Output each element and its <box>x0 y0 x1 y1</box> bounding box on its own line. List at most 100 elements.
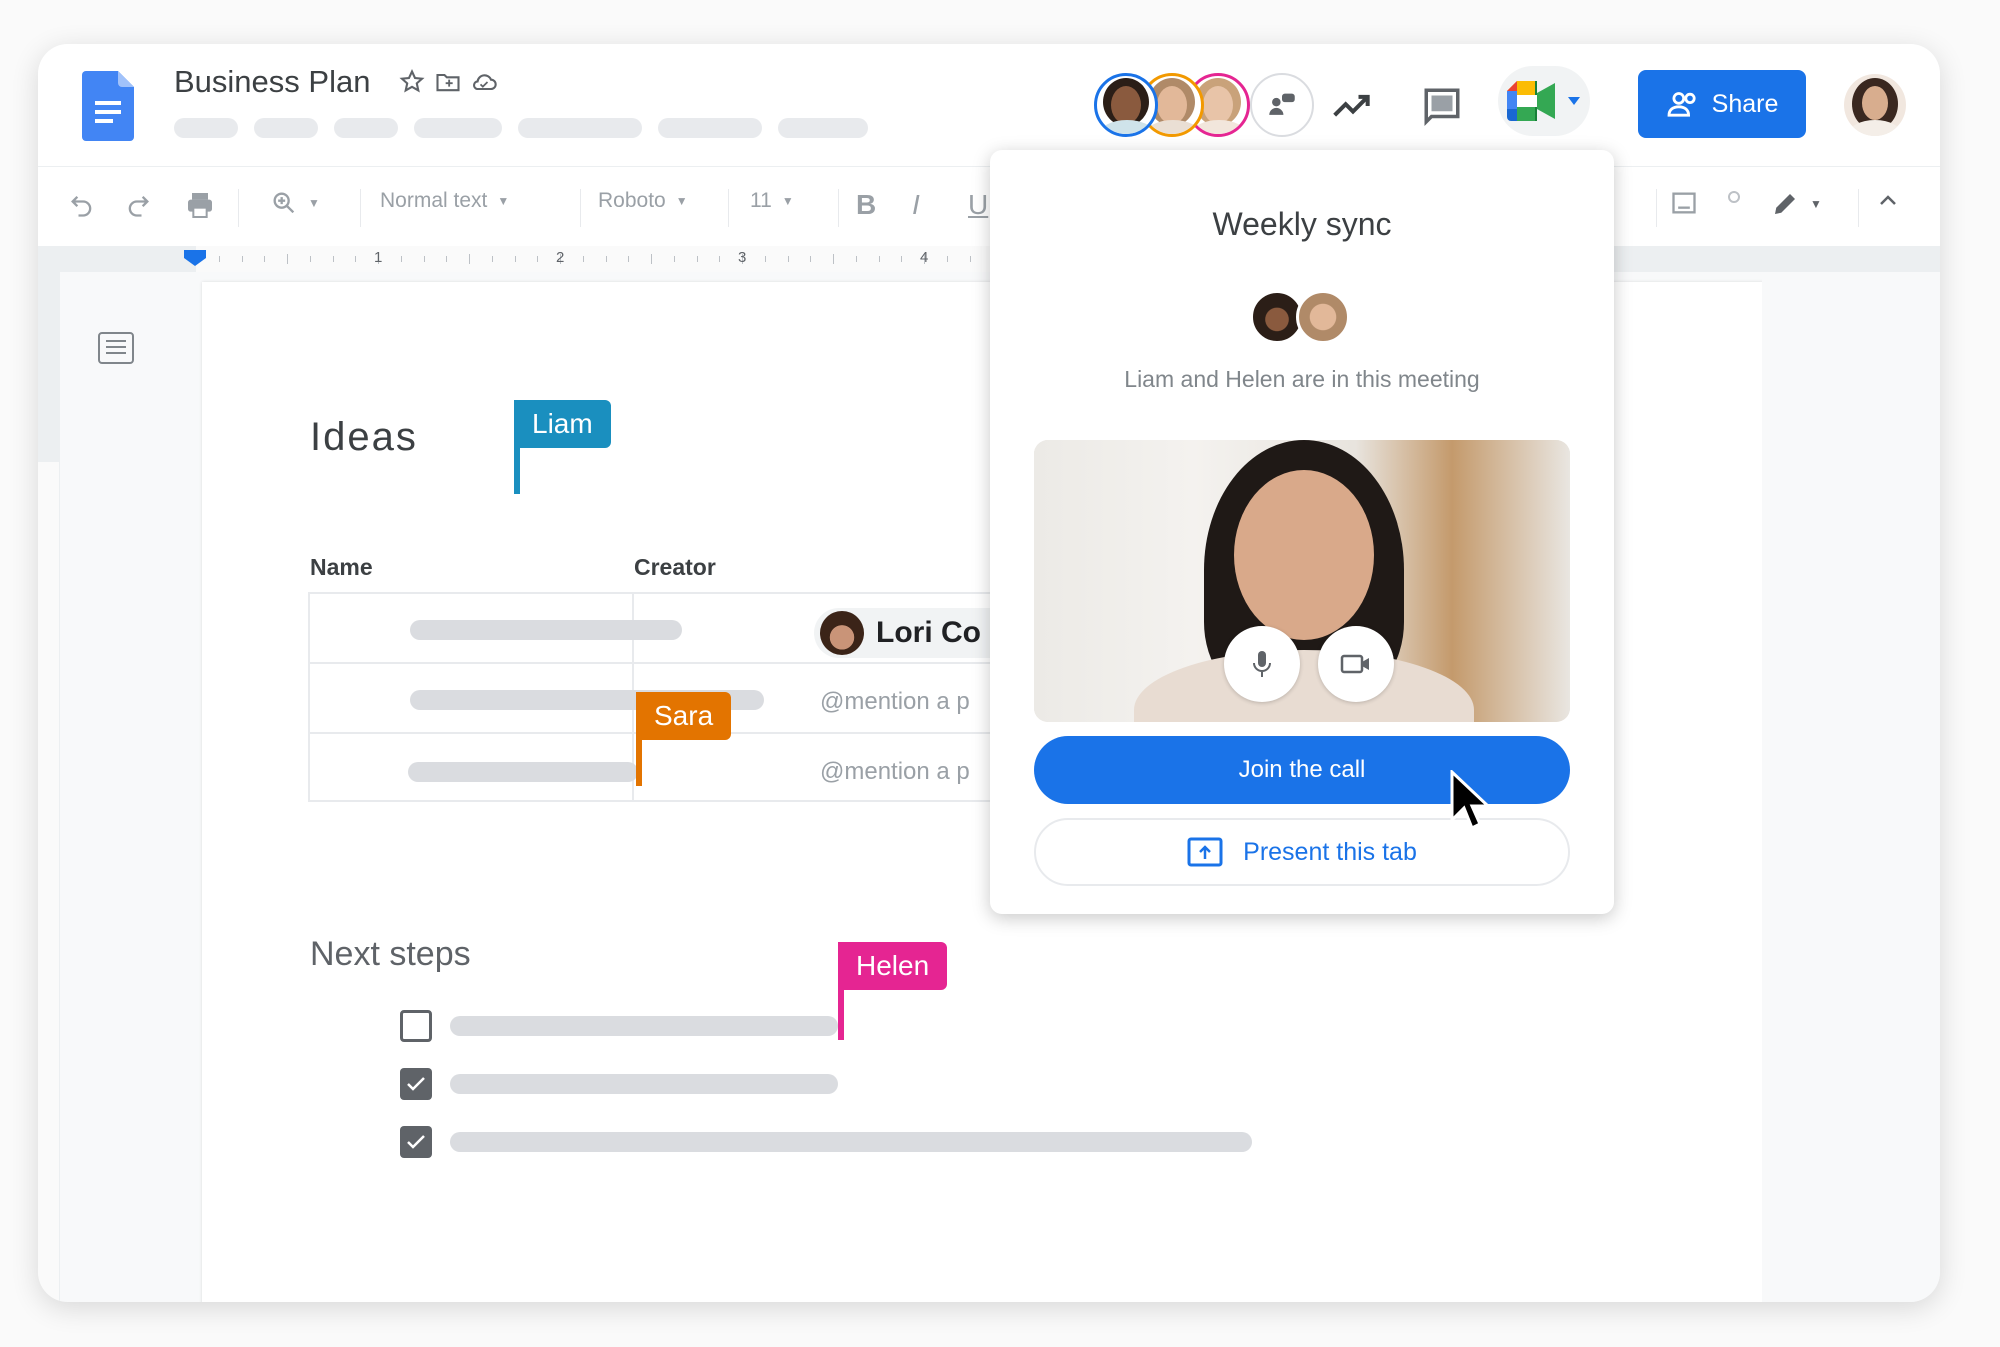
ruler-tick <box>969 256 971 262</box>
ruler-tick <box>719 256 721 262</box>
insert-image-button[interactable] <box>1670 189 1698 217</box>
mention-placeholder[interactable]: @mention a p <box>820 688 970 716</box>
move-to-folder-icon[interactable] <box>434 68 462 96</box>
checkmark-icon <box>407 1077 425 1091</box>
undo-icon <box>71 196 92 217</box>
ruler-tick <box>628 256 630 262</box>
ruler-tick <box>946 256 948 262</box>
menu-item-placeholder[interactable] <box>518 118 642 138</box>
ruler-tick <box>582 256 584 262</box>
ruler-tick <box>241 256 243 262</box>
italic-button[interactable]: I <box>912 189 920 221</box>
pencil-icon <box>1775 194 1795 214</box>
ruler-tick <box>332 256 334 262</box>
account-avatar[interactable] <box>1844 74 1906 136</box>
cloud-saved-icon[interactable] <box>470 68 498 96</box>
present-tab-label: Present this tab <box>1243 837 1417 866</box>
comments-button[interactable] <box>1418 82 1466 130</box>
checklist-item-placeholder <box>450 1132 1252 1152</box>
zoom-icon <box>273 192 295 214</box>
outline-list-icon <box>98 332 134 364</box>
ruler-tick <box>287 254 288 264</box>
person-chip-avatar <box>820 611 864 655</box>
ruler-tick <box>878 256 880 262</box>
mouse-pointer-icon <box>1450 770 1492 831</box>
undo-button[interactable] <box>68 189 96 221</box>
checkmark-icon <box>407 1135 425 1149</box>
menu-item-placeholder[interactable] <box>414 118 502 138</box>
share-button[interactable]: Share <box>1638 70 1806 138</box>
formatting-toolbar: ▼ Normal text ▼ Roboto ▼ 11 ▼ B I U ▼ <box>38 166 1940 246</box>
menu-item-placeholder[interactable] <box>174 118 238 138</box>
activity-dashboard-button[interactable] <box>1328 84 1378 128</box>
star-icon[interactable] <box>398 68 426 96</box>
comments-icon <box>1424 88 1460 126</box>
ruler-number: 1 <box>374 249 383 266</box>
document-title[interactable]: Business Plan <box>174 64 370 100</box>
style-select[interactable]: Normal text ▼ <box>380 189 509 213</box>
ruler-number: 4 <box>920 249 929 266</box>
mention-placeholder[interactable]: @mention a p <box>820 758 970 786</box>
meeting-title: Weekly sync <box>1212 206 1392 242</box>
checklist-item-placeholder <box>450 1016 838 1036</box>
font-select[interactable]: Roboto ▼ <box>598 189 688 213</box>
bold-button[interactable]: B <box>856 189 876 221</box>
meet-popup: Weekly sync Liam and Helen are in this m… <box>990 150 1614 914</box>
checklist-checkbox-checked[interactable] <box>400 1068 432 1100</box>
redo-button[interactable] <box>124 189 152 221</box>
menu-item-placeholder[interactable] <box>658 118 762 138</box>
print-icon <box>188 193 212 218</box>
editing-mode-button[interactable]: ▼ <box>1770 189 1822 219</box>
checklist-checkbox[interactable] <box>400 1010 432 1042</box>
ruler-tick <box>855 256 857 262</box>
heading-ideas[interactable]: Ideas <box>310 415 418 460</box>
microphone-icon <box>1253 651 1271 677</box>
heading-next-steps[interactable]: Next steps <box>310 935 471 974</box>
ruler-tick <box>833 254 834 264</box>
meeting-participants-text: Liam and Helen are in this meeting <box>1124 366 1480 392</box>
show-all-collaborators-button[interactable] <box>1250 73 1314 137</box>
ruler-tick <box>651 254 652 264</box>
ruler-tick <box>810 256 812 262</box>
docs-logo-icon[interactable] <box>82 71 134 141</box>
ruler-number: 2 <box>556 249 565 266</box>
underline-button[interactable]: U <box>968 189 988 221</box>
vertical-ruler <box>38 272 60 1302</box>
present-screen-icon <box>1187 837 1223 867</box>
font-size-select[interactable]: 11 ▼ <box>750 189 794 213</box>
checklist-checkbox-checked[interactable] <box>400 1126 432 1158</box>
camera-toggle[interactable] <box>1318 626 1394 702</box>
ruler-tick <box>309 256 311 262</box>
collaborator-avatar[interactable] <box>1094 73 1158 137</box>
meet-button[interactable] <box>1498 66 1590 136</box>
print-button[interactable] <box>184 189 216 221</box>
menu-item-placeholder[interactable] <box>254 118 318 138</box>
ruler-tick <box>764 256 766 262</box>
person-chip[interactable]: Lori Co <box>814 608 1014 658</box>
menu-bar <box>174 118 868 138</box>
menu-item-placeholder[interactable] <box>334 118 398 138</box>
document-outline-button[interactable] <box>98 332 134 369</box>
collapse-menus-button[interactable] <box>1876 189 1900 213</box>
circle-icon <box>1728 191 1740 203</box>
ruler-tick <box>901 256 903 262</box>
zoom-select[interactable]: ▼ <box>270 189 320 217</box>
ruler-tick <box>537 256 539 262</box>
menu-item-placeholder[interactable] <box>778 118 868 138</box>
table-cell-placeholder <box>410 620 682 640</box>
add-people-icon <box>1667 92 1696 117</box>
ruler-tick <box>264 256 266 262</box>
table-header-name: Name <box>310 554 373 580</box>
ruler-tick <box>423 256 425 262</box>
microphone-toggle[interactable] <box>1224 626 1300 702</box>
video-camera-icon <box>1340 654 1369 674</box>
image-icon <box>1672 192 1696 214</box>
ruler-tick <box>446 256 448 262</box>
people-chat-icon <box>1269 93 1295 115</box>
participant-avatar <box>1296 290 1350 344</box>
chevron-down-icon <box>1568 97 1580 105</box>
meeting-participants <box>1250 290 1350 344</box>
shape-button[interactable] <box>1726 189 1742 205</box>
ruler-number: 3 <box>738 249 747 266</box>
activity-trend-icon <box>1333 94 1370 117</box>
